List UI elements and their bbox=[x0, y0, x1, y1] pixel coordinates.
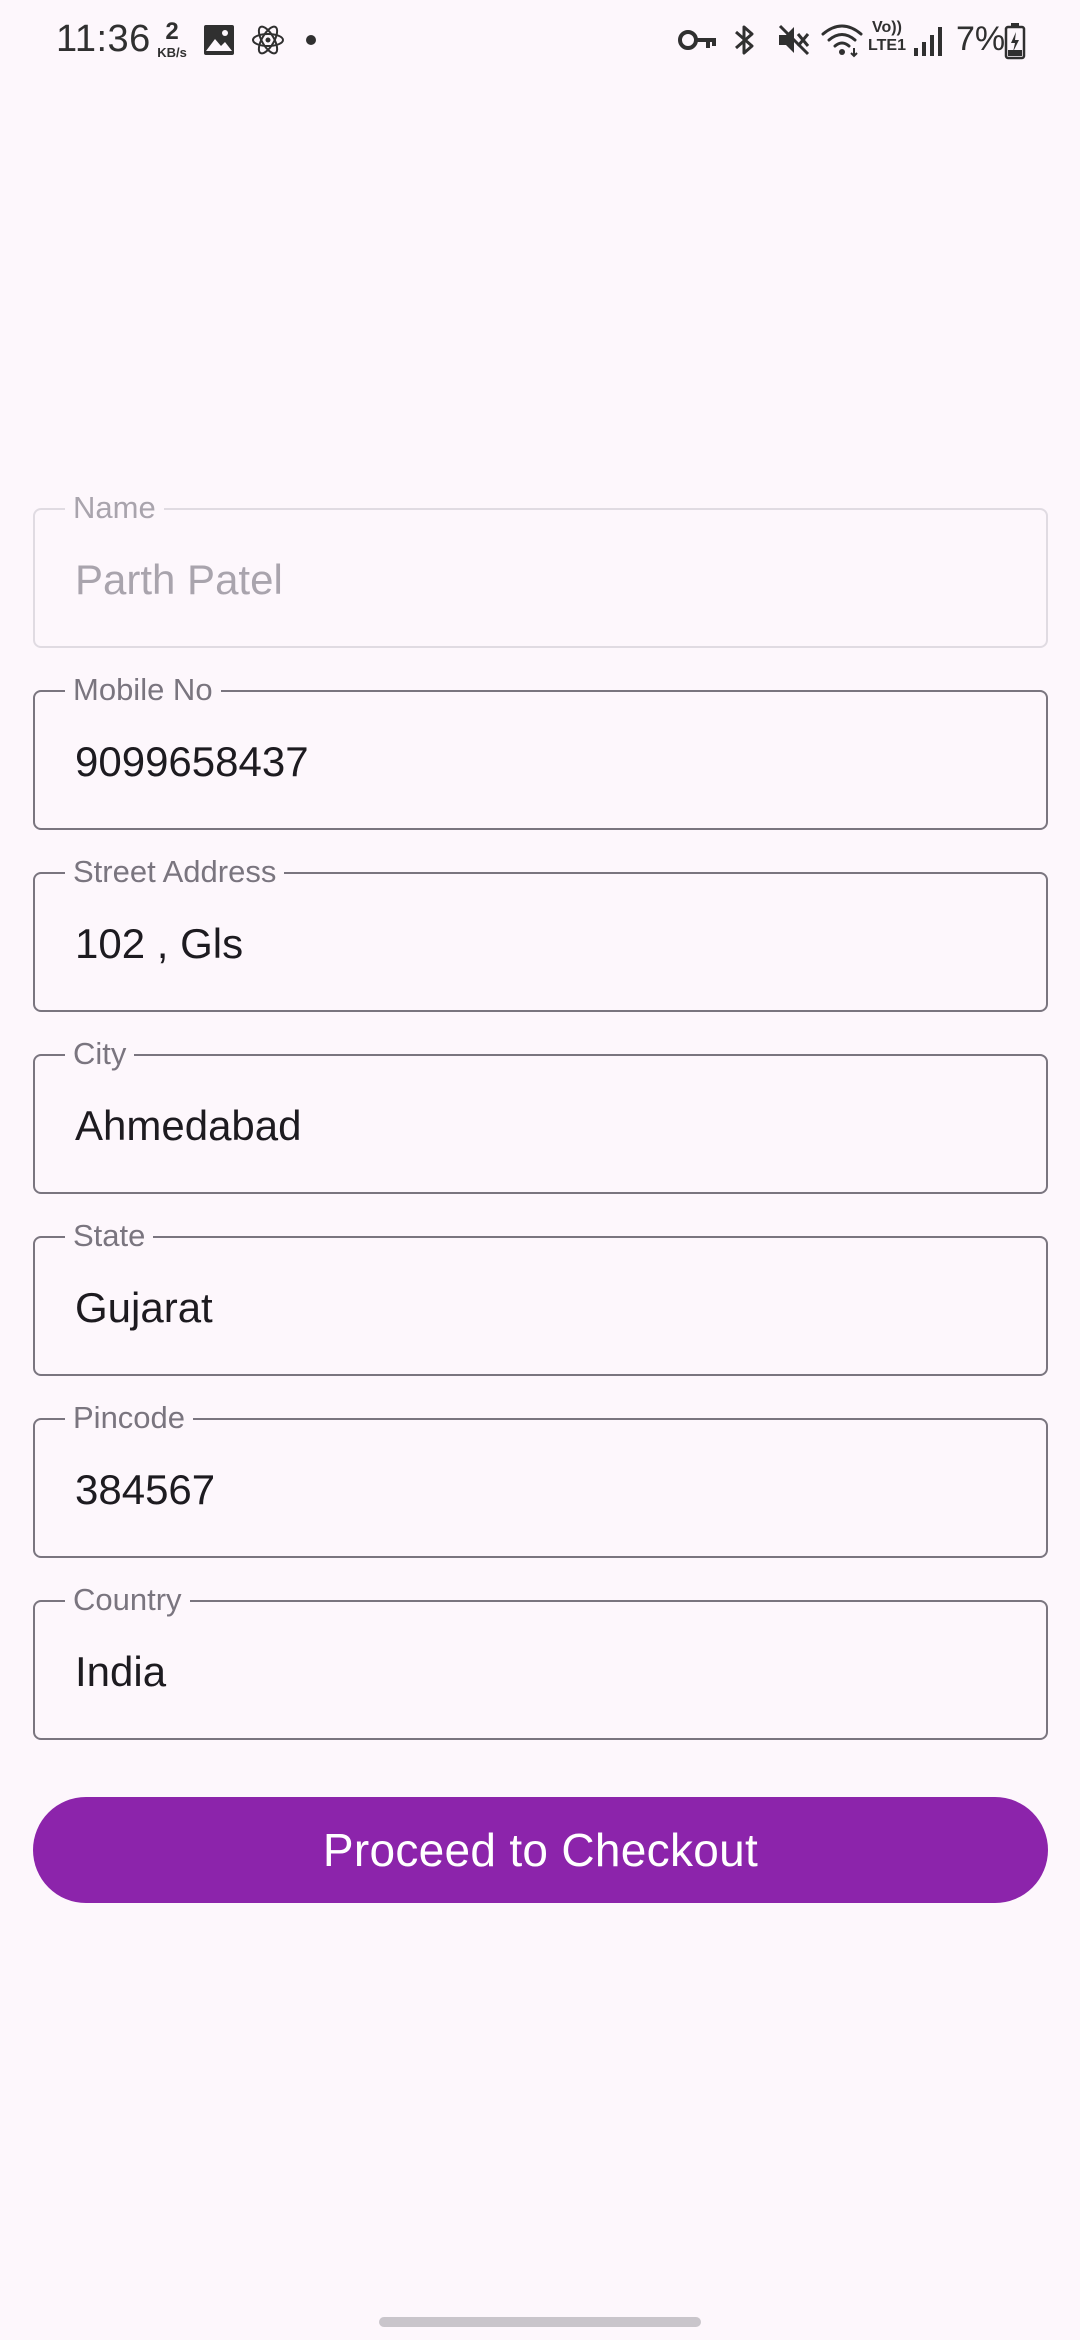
proceed-to-checkout-button[interactable]: Proceed to Checkout bbox=[33, 1797, 1048, 1903]
mute-icon bbox=[778, 24, 810, 56]
vpn-key-icon bbox=[678, 30, 716, 50]
pincode-field-value: 384567 bbox=[75, 1466, 216, 1513]
country-field-value: India bbox=[75, 1648, 167, 1695]
gallery-icon bbox=[204, 25, 234, 55]
network-speed-unit: KB/s bbox=[157, 45, 187, 60]
battery-charging-icon bbox=[1004, 23, 1026, 60]
volte-label-bottom: LTE1 bbox=[868, 37, 906, 54]
status-bar: 11:36 2 KB/s Vo)) LTE1 7% bbox=[0, 0, 1080, 80]
mobile-number-field-value: 9099658437 bbox=[75, 738, 309, 785]
pincode-field-label: Pincode bbox=[65, 1400, 194, 1436]
volte-label-top: Vo)) bbox=[872, 19, 902, 36]
name-field-label: Name bbox=[65, 490, 164, 526]
mobile-number-field[interactable]: Mobile No 9099658437 bbox=[33, 672, 1048, 830]
city-field[interactable]: City Ahmedabad bbox=[33, 1036, 1048, 1194]
street-address-field-label: Street Address bbox=[65, 854, 285, 890]
atom-icon bbox=[252, 25, 284, 55]
country-field-label: Country bbox=[65, 1582, 190, 1618]
status-time: 11:36 bbox=[56, 18, 151, 60]
street-address-field-value: 102 , Gls bbox=[75, 920, 244, 967]
network-speed: 2 KB/s bbox=[150, 18, 194, 60]
wifi-icon bbox=[821, 24, 863, 58]
street-address-field[interactable]: Street Address 102 , Gls bbox=[33, 854, 1048, 1012]
volte-icon: Vo)) LTE1 bbox=[866, 20, 908, 54]
dot-icon bbox=[306, 35, 316, 45]
home-gesture-handle[interactable] bbox=[379, 2317, 701, 2327]
country-field[interactable]: Country India bbox=[33, 1582, 1048, 1740]
mobile-number-field-label: Mobile No bbox=[65, 672, 221, 708]
bluetooth-icon bbox=[735, 25, 754, 55]
pincode-field[interactable]: Pincode 384567 bbox=[33, 1400, 1048, 1558]
state-field-value: Gujarat bbox=[75, 1284, 213, 1331]
battery-percent: 7% bbox=[956, 20, 1006, 58]
signal-icon bbox=[914, 27, 942, 56]
city-field-label: City bbox=[65, 1036, 135, 1072]
state-field-label: State bbox=[65, 1218, 154, 1254]
state-field[interactable]: State Gujarat bbox=[33, 1218, 1048, 1376]
city-field-value: Ahmedabad bbox=[75, 1102, 302, 1149]
name-field[interactable]: Name Parth Patel bbox=[33, 490, 1048, 648]
name-field-value: Parth Patel bbox=[75, 556, 283, 603]
network-speed-value: 2 bbox=[165, 18, 179, 45]
